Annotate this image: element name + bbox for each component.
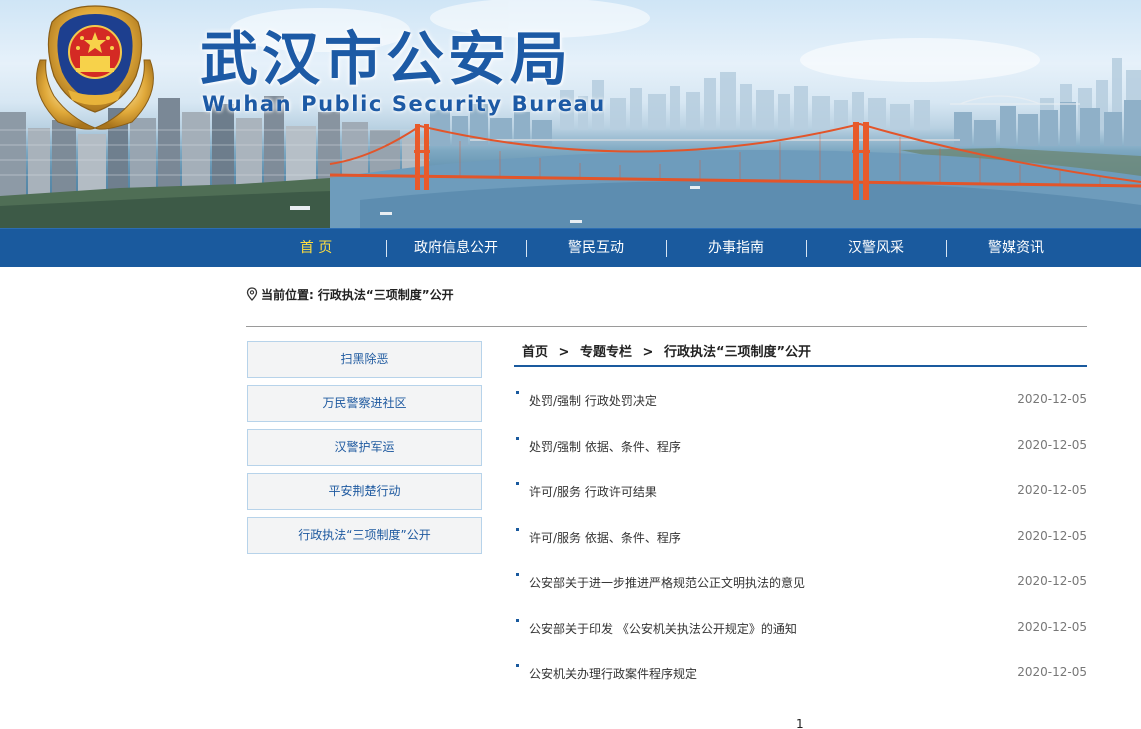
list-item-date: 2020-12-05 bbox=[1017, 619, 1087, 634]
main-nav-items: 首 页 政府信息公开 警民互动 办事指南 汉警风采 警媒资讯 bbox=[246, 229, 1086, 268]
list-item-date: 2020-12-05 bbox=[1017, 665, 1087, 679]
list-item[interactable]: 许可/服务 行政许可结果 2020-12-05 bbox=[514, 468, 1087, 514]
list-item-title[interactable]: 公安部关于进一步推进严格规范公正文明执法的意见 bbox=[529, 574, 805, 591]
breadcrumb: 首页 > 专题专栏 > 行政执法“三项制度”公开 bbox=[514, 340, 1087, 367]
main-nav: 首 页 政府信息公开 警民互动 办事指南 汉警风采 警媒资讯 bbox=[0, 228, 1141, 267]
location-prefix: 当前位置: bbox=[261, 287, 314, 302]
nav-item-service-guide[interactable]: 办事指南 bbox=[666, 229, 806, 268]
bullet-icon bbox=[516, 527, 519, 531]
breadcrumb-separator: > bbox=[642, 345, 654, 360]
sidebar-item-three-systems[interactable]: 行政执法“三项制度”公开 bbox=[247, 517, 482, 554]
list-item-title[interactable]: 许可/服务 依据、条件、程序 bbox=[529, 529, 681, 546]
list-item[interactable]: 公安部关于印发 《公安机关执法公开规定》的通知 2020-12-05 bbox=[514, 605, 1087, 651]
site-title: 武汉市公安局 bbox=[200, 25, 573, 93]
list-item-date: 2020-12-05 bbox=[1017, 574, 1087, 588]
breadcrumb-separator: > bbox=[558, 345, 570, 360]
sidebar-item-military-games[interactable]: 汉警护军运 bbox=[247, 429, 482, 466]
sidebar-item-community-police[interactable]: 万民警察进社区 bbox=[247, 385, 482, 422]
list-item[interactable]: 公安部关于进一步推进严格规范公正文明执法的意见 2020-12-05 bbox=[514, 559, 1087, 605]
pagination-current-page[interactable]: 1 bbox=[796, 717, 804, 729]
sidebar-item-safe-jingchu[interactable]: 平安荆楚行动 bbox=[247, 473, 482, 510]
breadcrumb-section[interactable]: 专题专栏 bbox=[580, 345, 632, 360]
bullet-icon bbox=[516, 573, 519, 576]
site-subtitle-en: Wuhan Public Security Bureau bbox=[202, 92, 606, 116]
location-current: 行政执法“三项制度”公开 bbox=[317, 287, 454, 302]
bullet-icon bbox=[516, 482, 519, 485]
list-item[interactable]: 公安机关办理行政案件程序规定 2020-12-05 bbox=[514, 650, 1087, 696]
bullet-icon bbox=[516, 618, 519, 622]
nav-item-gov-info[interactable]: 政府信息公开 bbox=[386, 229, 526, 268]
header-banner: 武汉市公安局 Wuhan Public Security Bureau bbox=[0, 0, 1141, 228]
list-item-title[interactable]: 许可/服务 行政许可结果 bbox=[529, 483, 657, 500]
bullet-icon bbox=[516, 436, 519, 440]
list-item-title[interactable]: 公安机关办理行政案件程序规定 bbox=[529, 665, 697, 682]
sidebar: 扫黑除恶 万民警察进社区 汉警护军运 平安荆楚行动 行政执法“三项制度”公开 bbox=[247, 341, 482, 561]
nav-item-media-news[interactable]: 警媒资讯 bbox=[946, 229, 1086, 268]
list-item-title[interactable]: 处罚/强制 行政处罚决定 bbox=[529, 392, 657, 409]
location-pin-icon bbox=[246, 287, 258, 301]
list-item-date: 2020-12-05 bbox=[1017, 392, 1087, 406]
nav-item-police-style[interactable]: 汉警风采 bbox=[806, 229, 946, 268]
bullet-icon bbox=[516, 391, 519, 394]
article-list: 处罚/强制 行政处罚决定 2020-12-05 处罚/强制 依据、条件、程序 2… bbox=[514, 377, 1087, 696]
sidebar-item-anti-gang[interactable]: 扫黑除恶 bbox=[247, 341, 482, 378]
list-item-title[interactable]: 公安部关于印发 《公安机关执法公开规定》的通知 bbox=[529, 620, 797, 637]
nav-item-interaction[interactable]: 警民互动 bbox=[526, 229, 666, 268]
current-location: 当前位置: 行政执法“三项制度”公开 bbox=[246, 285, 454, 303]
police-emblem-icon bbox=[36, 5, 154, 130]
nav-item-home[interactable]: 首 页 bbox=[246, 229, 386, 268]
list-item-title[interactable]: 处罚/强制 依据、条件、程序 bbox=[529, 438, 681, 455]
list-item-date: 2020-12-05 bbox=[1017, 528, 1087, 543]
breadcrumb-home[interactable]: 首页 bbox=[522, 345, 548, 360]
list-item-date: 2020-12-05 bbox=[1017, 437, 1087, 452]
list-item-date: 2020-12-05 bbox=[1017, 483, 1087, 497]
list-item[interactable]: 处罚/强制 依据、条件、程序 2020-12-05 bbox=[514, 423, 1087, 469]
divider bbox=[246, 326, 1087, 327]
list-item[interactable]: 许可/服务 依据、条件、程序 2020-12-05 bbox=[514, 514, 1087, 560]
list-item[interactable]: 处罚/强制 行政处罚决定 2020-12-05 bbox=[514, 377, 1087, 423]
bullet-icon bbox=[516, 664, 519, 667]
breadcrumb-current: 行政执法“三项制度”公开 bbox=[663, 345, 812, 360]
